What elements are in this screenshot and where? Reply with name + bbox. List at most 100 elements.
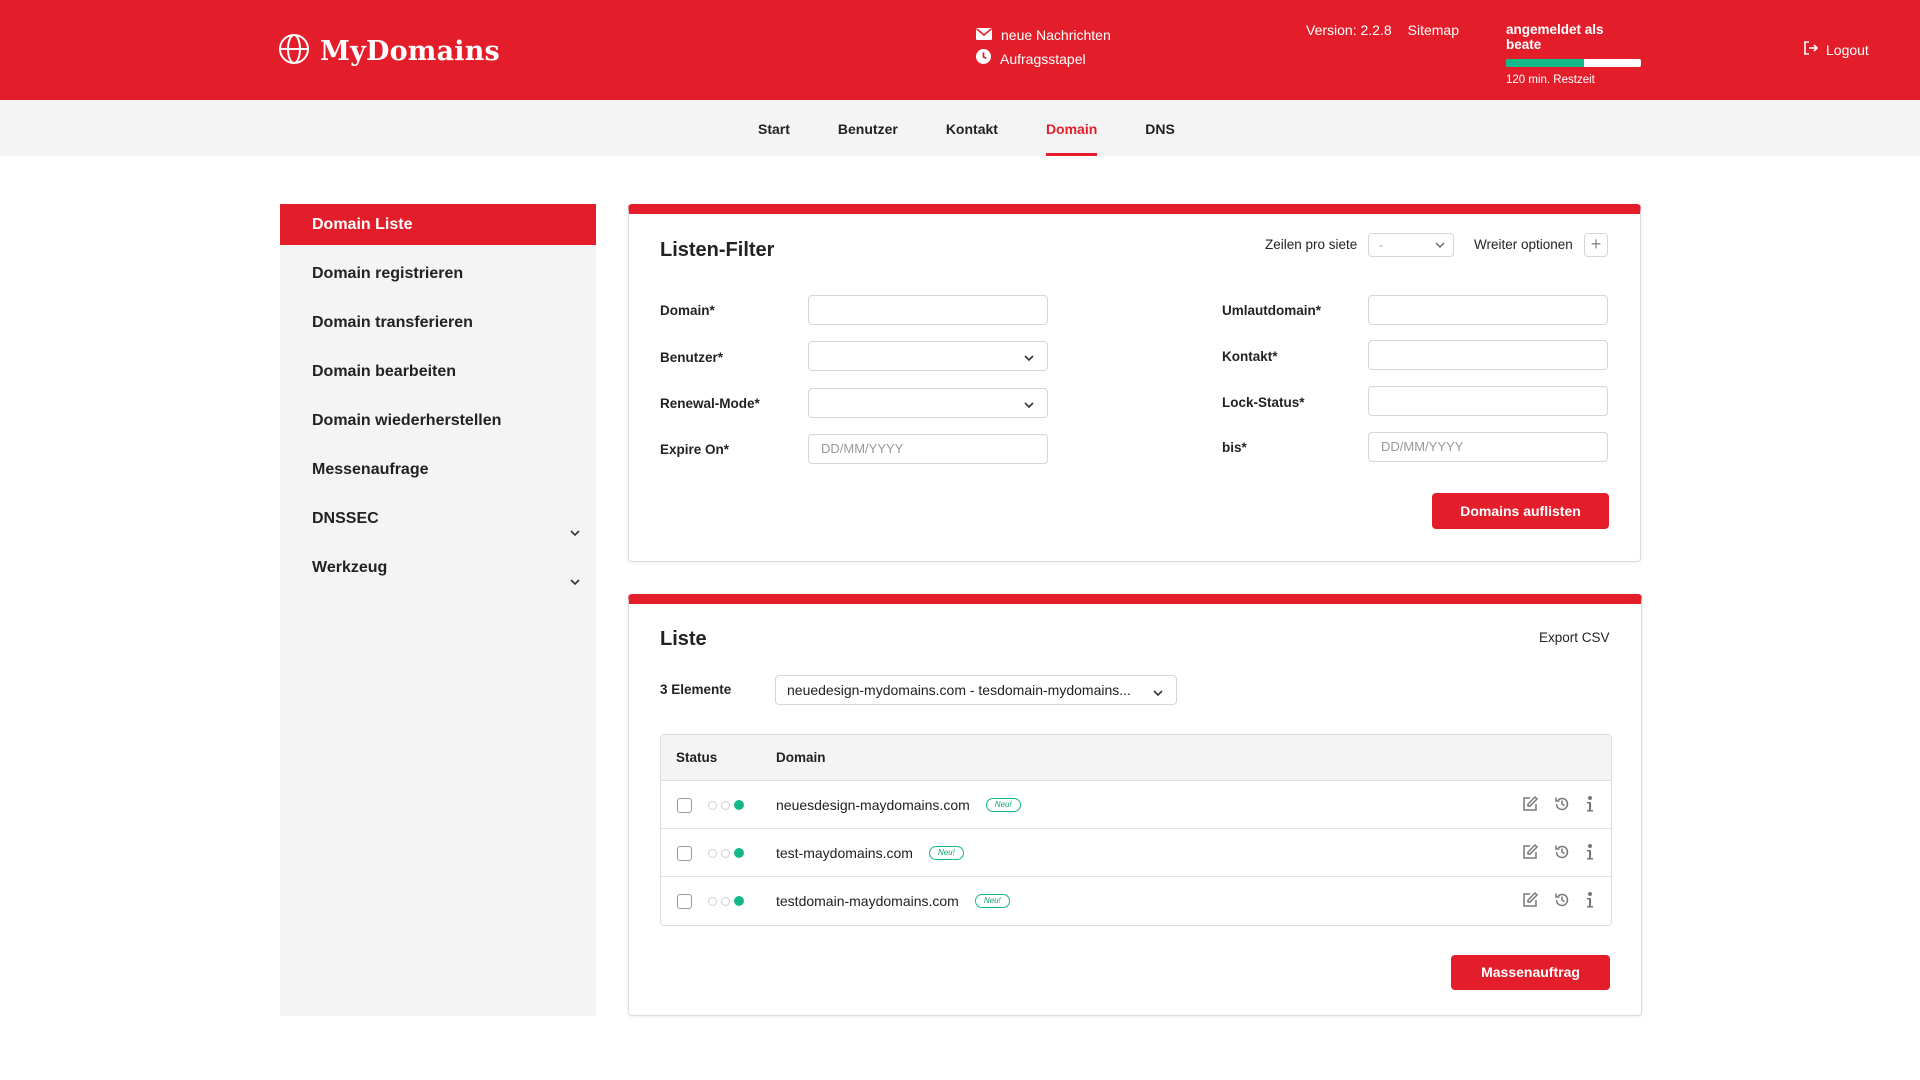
- domain-range-select[interactable]: neuedesign-mydomains.com - tesdomain-myd…: [775, 675, 1177, 705]
- main-nav: Start Benutzer Kontakt Domain DNS: [0, 100, 1920, 156]
- main-nav-items: Start Benutzer Kontakt Domain DNS: [758, 100, 1175, 156]
- nav-kontakt[interactable]: Kontakt: [946, 100, 998, 156]
- messages-label: neue Nachrichten: [1001, 27, 1111, 43]
- benutzer-select[interactable]: [808, 341, 1048, 371]
- renewal-mode-select[interactable]: [808, 388, 1048, 418]
- new-badge: Neu!: [985, 798, 1021, 812]
- filter-title: Listen-Filter: [660, 239, 775, 261]
- logged-in-user: angemeldet als beate: [1506, 22, 1604, 52]
- new-badge: Neu!: [974, 894, 1010, 908]
- sidebar-item-werkzeug[interactable]: Werkzeug: [280, 547, 596, 596]
- logout-icon: [1803, 40, 1819, 59]
- row-checkbox[interactable]: [677, 894, 692, 909]
- nav-dns[interactable]: DNS: [1145, 100, 1175, 156]
- envelope-icon: [975, 23, 993, 47]
- lock-status-input[interactable]: [1368, 386, 1608, 416]
- globe-icon: [278, 33, 310, 70]
- session-progress-fill: [1506, 59, 1585, 67]
- status-dot: [721, 800, 730, 810]
- expire-on-input[interactable]: DD/MM/YYYY: [808, 434, 1048, 464]
- logout-button[interactable]: Logout: [1803, 40, 1869, 59]
- history-icon[interactable]: [1553, 795, 1571, 813]
- table-row: test-maydomains.com Neu!: [661, 829, 1611, 877]
- info-icon[interactable]: [1585, 891, 1595, 909]
- row-actions: [1521, 891, 1595, 909]
- session-progress-bar: [1506, 59, 1641, 67]
- domain-cell: testdomain-maydomains.com Neu!: [776, 893, 1010, 909]
- status-indicator: [708, 848, 744, 858]
- domain-range-value: neuedesign-mydomains.com - tesdomain-myd…: [787, 682, 1131, 698]
- table-row: testdomain-maydomains.com Neu!: [661, 877, 1611, 925]
- status-dot-active: [734, 848, 744, 858]
- column-header-domain: Domain: [776, 750, 826, 765]
- kontakt-input[interactable]: [1368, 340, 1608, 370]
- bis-date-input[interactable]: DD/MM/YYYY: [1368, 432, 1608, 462]
- rows-per-page-label: Zeilen pro siete: [1265, 237, 1358, 252]
- session-info: angemeldet als beate 120 min. Restzeit: [1506, 22, 1641, 86]
- brand-logo[interactable]: MyDomains: [278, 33, 500, 70]
- history-icon[interactable]: [1553, 843, 1571, 861]
- status-indicator: [708, 800, 744, 810]
- chevron-down-icon: [1435, 237, 1445, 259]
- list-panel: Liste Export CSV 3 Elemente neuedesign-m…: [628, 594, 1642, 1016]
- domain-cell: neuesdesign-maydomains.com Neu!: [776, 797, 1021, 813]
- kontakt-label: Kontakt*: [1222, 349, 1278, 364]
- rows-per-page-select[interactable]: -: [1368, 233, 1454, 257]
- chevron-down-icon: [1152, 682, 1164, 710]
- row-actions: [1521, 795, 1595, 813]
- list-domains-button[interactable]: Domains auflisten: [1432, 493, 1609, 529]
- chevron-down-icon: [570, 561, 580, 602]
- sidebar-item-domain-transferieren[interactable]: Domain transferieren: [280, 302, 596, 351]
- table-header: Status Domain: [661, 735, 1611, 781]
- status-dot: [708, 800, 717, 810]
- more-options-label: Wreiter optionen: [1474, 237, 1573, 252]
- header-quick-links: neue Nachrichten Aufragsstapel: [975, 23, 1111, 71]
- sidebar-item-messenaufrage[interactable]: Messenaufrage: [280, 449, 596, 498]
- history-icon[interactable]: [1553, 891, 1571, 909]
- status-dot-active: [734, 800, 744, 810]
- edit-icon[interactable]: [1521, 843, 1539, 861]
- sidebar-item-label: Werkzeug: [312, 559, 388, 576]
- nav-start[interactable]: Start: [758, 100, 790, 156]
- status-dot: [721, 848, 730, 858]
- sidebar-item-domain-liste[interactable]: Domain Liste: [280, 204, 596, 245]
- lock-status-label: Lock-Status*: [1222, 395, 1305, 410]
- domain-label: Domain*: [660, 303, 715, 318]
- column-header-status: Status: [676, 750, 718, 765]
- sidebar-item-dnssec[interactable]: DNSSEC: [280, 498, 596, 547]
- session-remaining: 120 min. Restzeit: [1506, 74, 1595, 86]
- domain-name: neuesdesign-maydomains.com: [776, 797, 970, 813]
- sidebar-item-domain-registrieren[interactable]: Domain registrieren: [280, 253, 596, 302]
- nav-domain[interactable]: Domain: [1045, 100, 1098, 156]
- nav-benutzer[interactable]: Benutzer: [838, 100, 898, 156]
- domain-cell: test-maydomains.com Neu!: [776, 845, 964, 861]
- domain-name: test-maydomains.com: [776, 845, 913, 861]
- sidebar-item-domain-wiederherstellen[interactable]: Domain wiederherstellen: [280, 400, 596, 449]
- version-area: Version: 2.2.8 Sitemap: [1306, 22, 1459, 38]
- more-options-button[interactable]: +: [1584, 233, 1608, 257]
- edit-icon[interactable]: [1521, 891, 1539, 909]
- benutzer-label: Benutzer*: [660, 350, 724, 365]
- umlautdomain-input[interactable]: [1368, 295, 1608, 325]
- brand-name: MyDomains: [320, 36, 500, 67]
- row-checkbox[interactable]: [677, 846, 692, 861]
- filter-panel: Listen-Filter Zeilen pro siete - Wreiter…: [628, 204, 1641, 562]
- job-queue-link[interactable]: Aufragsstapel: [976, 47, 1111, 71]
- umlautdomain-label: Umlautdomain*: [1222, 303, 1322, 318]
- new-badge: Neu!: [928, 846, 964, 860]
- info-icon[interactable]: [1585, 843, 1595, 861]
- row-checkbox[interactable]: [677, 798, 692, 813]
- bulk-order-button[interactable]: Massenauftrag: [1451, 955, 1610, 990]
- table-row: neuesdesign-maydomains.com Neu!: [661, 781, 1611, 829]
- sidebar-item-label: DNSSEC: [312, 510, 379, 527]
- sidebar-item-domain-bearbeiten[interactable]: Domain bearbeiten: [280, 351, 596, 400]
- sitemap-link[interactable]: Sitemap: [1408, 22, 1459, 38]
- info-icon[interactable]: [1585, 795, 1595, 813]
- status-dot: [708, 848, 717, 858]
- status-dot: [708, 896, 717, 906]
- export-csv-link[interactable]: Export CSV: [1539, 630, 1610, 645]
- domain-input[interactable]: [808, 295, 1048, 325]
- edit-icon[interactable]: [1521, 795, 1539, 813]
- top-header: MyDomains neue Nachrichten Aufragsstapel…: [0, 0, 1920, 100]
- messages-link[interactable]: neue Nachrichten: [975, 23, 1111, 47]
